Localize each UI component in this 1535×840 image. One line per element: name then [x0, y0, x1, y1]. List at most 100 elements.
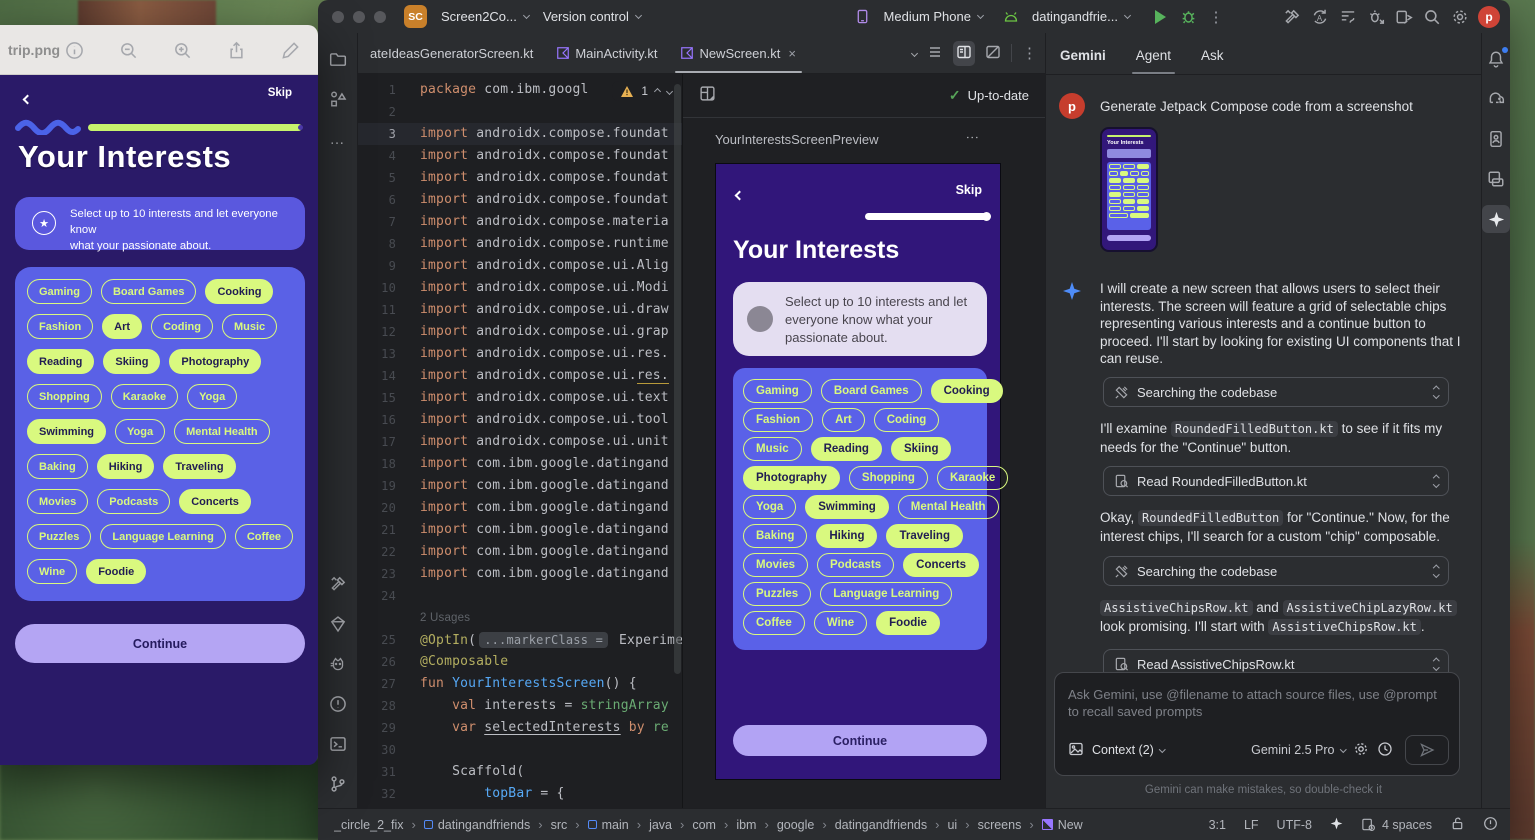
interest-chip-yoga[interactable]: Yoga [115, 419, 165, 444]
traffic-light-zoom[interactable] [374, 11, 386, 23]
tool-card-read-2[interactable]: Read AssistiveChipsRow.kt [1103, 649, 1449, 672]
interest-chip-skiing[interactable]: Skiing [891, 437, 952, 461]
breadcrumb-ui[interactable]: ui [947, 818, 957, 832]
tab-agent[interactable]: Agent [1136, 48, 1171, 74]
tab-dateideasgeneratorscreen[interactable]: ateIdeasGeneratorScreen.kt [358, 33, 545, 73]
interest-chip-swimming[interactable]: Swimming [27, 419, 106, 444]
editor-options-icon[interactable]: ⋮ [1022, 44, 1037, 62]
breadcrumb-src[interactable]: src [551, 818, 568, 832]
interest-chip-traveling[interactable]: Traveling [163, 454, 235, 479]
breadcrumb-google[interactable]: google [777, 818, 815, 832]
project-tool-icon[interactable] [324, 45, 352, 73]
interest-chip-movies[interactable]: Movies [743, 553, 808, 577]
interest-chip-art[interactable]: Art [102, 314, 142, 339]
interest-chip-coding[interactable]: Coding [151, 314, 213, 339]
interest-chip-swimming[interactable]: Swimming [805, 495, 889, 519]
apply-changes-icon[interactable]: A [1306, 3, 1334, 31]
device-manager-icon[interactable] [1390, 3, 1418, 31]
tool-card-search-1[interactable]: Searching the codebase [1103, 377, 1449, 407]
breadcrumb-datingandfriends[interactable]: datingandfriends [424, 818, 530, 832]
line-ending[interactable]: LF [1244, 818, 1259, 832]
interest-chip-puzzles[interactable]: Puzzles [27, 524, 91, 549]
indent-setting[interactable]: 4 spaces [1361, 817, 1432, 832]
breadcrumb-New[interactable]: New [1042, 818, 1083, 832]
context-selector[interactable]: Context (2) [1092, 743, 1164, 757]
gemini-input-box[interactable]: Ask Gemini, use @filename to attach sour… [1054, 672, 1460, 776]
preview-name[interactable]: YourInterestsScreenPreview [715, 132, 879, 147]
breadcrumb-datingandfriends[interactable]: datingandfriends [835, 818, 927, 832]
problems-icon[interactable] [324, 690, 352, 718]
breadcrumb-java[interactable]: java [649, 818, 672, 832]
git-tool-icon[interactable] [324, 770, 352, 798]
preview-titlebar[interactable]: trip.png [0, 25, 318, 75]
attach-image-icon[interactable] [1068, 741, 1084, 760]
device-selector[interactable]: Medium Phone [849, 3, 983, 31]
breadcrumb-main[interactable]: main [588, 818, 629, 832]
app-insights-icon[interactable] [324, 610, 352, 638]
next-problem-icon[interactable] [666, 87, 673, 94]
more-actions-icon[interactable]: ⋮ [1202, 3, 1230, 31]
preview-menu-icon[interactable]: ⋮ [964, 131, 980, 145]
interest-chip-language-learning[interactable]: Language Learning [100, 524, 225, 549]
interest-chip-shopping[interactable]: Shopping [849, 466, 928, 490]
attach-debugger-icon[interactable] [1362, 3, 1390, 31]
search-everywhere-icon[interactable] [1418, 3, 1446, 31]
interest-chip-photography[interactable]: Photography [169, 349, 261, 374]
markup-pencil-icon[interactable] [276, 36, 304, 64]
tool-card-search-2[interactable]: Searching the codebase [1103, 556, 1449, 586]
interest-chip-hiking[interactable]: Hiking [816, 524, 877, 548]
error-highlight-icon[interactable] [1483, 816, 1498, 834]
user-avatar[interactable]: p [1478, 6, 1500, 28]
traffic-light-close[interactable] [332, 11, 344, 23]
share-icon[interactable] [222, 36, 250, 64]
gemini-tool-icon[interactable] [1482, 205, 1510, 233]
screenshot-thumbnail[interactable]: Your Interests [1100, 127, 1158, 252]
interest-chip-cooking[interactable]: Cooking [931, 379, 1003, 403]
terminal-icon[interactable] [324, 730, 352, 758]
gradle-icon[interactable] [1482, 85, 1510, 113]
interest-chip-reading[interactable]: Reading [27, 349, 94, 374]
tab-mainactivity[interactable]: MainActivity.kt [545, 33, 669, 73]
gemini-chat[interactable]: p Generate Jetpack Compose code from a s… [1046, 75, 1481, 672]
caret-position[interactable]: 3:1 [1209, 818, 1226, 832]
build-icon[interactable] [1278, 3, 1306, 31]
interest-chip-coffee[interactable]: Coffee [235, 524, 293, 549]
info-icon[interactable] [60, 36, 88, 64]
interest-chip-foodie[interactable]: Foodie [86, 559, 146, 584]
project-selector[interactable]: Screen2Co... [441, 9, 529, 24]
editor-scrollbar[interactable] [674, 84, 681, 674]
vcs-widget[interactable]: Version control [543, 9, 641, 24]
interest-chip-concerts[interactable]: Concerts [903, 553, 979, 577]
interest-chip-wine[interactable]: Wine [27, 559, 77, 584]
gemini-settings-icon[interactable] [1353, 741, 1369, 760]
interest-chip-mental-health[interactable]: Mental Health [898, 495, 999, 519]
interest-chip-baking[interactable]: Baking [27, 454, 88, 479]
zoom-in-icon[interactable] [168, 36, 196, 64]
interest-chip-gaming[interactable]: Gaming [27, 279, 92, 304]
interest-chip-shopping[interactable]: Shopping [27, 384, 102, 409]
interest-chip-coding[interactable]: Coding [874, 408, 940, 432]
interest-chip-board-games[interactable]: Board Games [821, 379, 922, 403]
send-button[interactable] [1405, 735, 1449, 765]
interest-chip-podcasts[interactable]: Podcasts [97, 489, 170, 514]
interest-chip-language-learning[interactable]: Language Learning [820, 582, 952, 606]
tab-ask[interactable]: Ask [1201, 48, 1224, 74]
device-explorer-icon[interactable] [1482, 165, 1510, 193]
design-view-icon[interactable] [985, 44, 1001, 63]
interest-chip-coffee[interactable]: Coffee [743, 611, 805, 635]
lock-icon[interactable] [1450, 816, 1465, 834]
interest-chip-board-games[interactable]: Board Games [101, 279, 197, 304]
interest-chip-movies[interactable]: Movies [27, 489, 88, 514]
history-icon[interactable] [1377, 741, 1393, 760]
tab-newscreen[interactable]: NewScreen.kt × [669, 33, 808, 73]
prev-problem-icon[interactable] [654, 87, 661, 94]
breadcrumb-screens[interactable]: screens [978, 818, 1022, 832]
breadcrumb-com[interactable]: com [692, 818, 716, 832]
close-tab-icon[interactable]: × [788, 46, 796, 61]
interest-chip-mental-health[interactable]: Mental Health [174, 419, 270, 444]
settings-gear-icon[interactable] [1446, 3, 1474, 31]
interest-chip-karaoke[interactable]: Karaoke [111, 384, 178, 409]
interest-chip-gaming[interactable]: Gaming [743, 379, 812, 403]
zoom-out-icon[interactable] [114, 36, 142, 64]
interest-chip-karaoke[interactable]: Karaoke [937, 466, 1008, 490]
